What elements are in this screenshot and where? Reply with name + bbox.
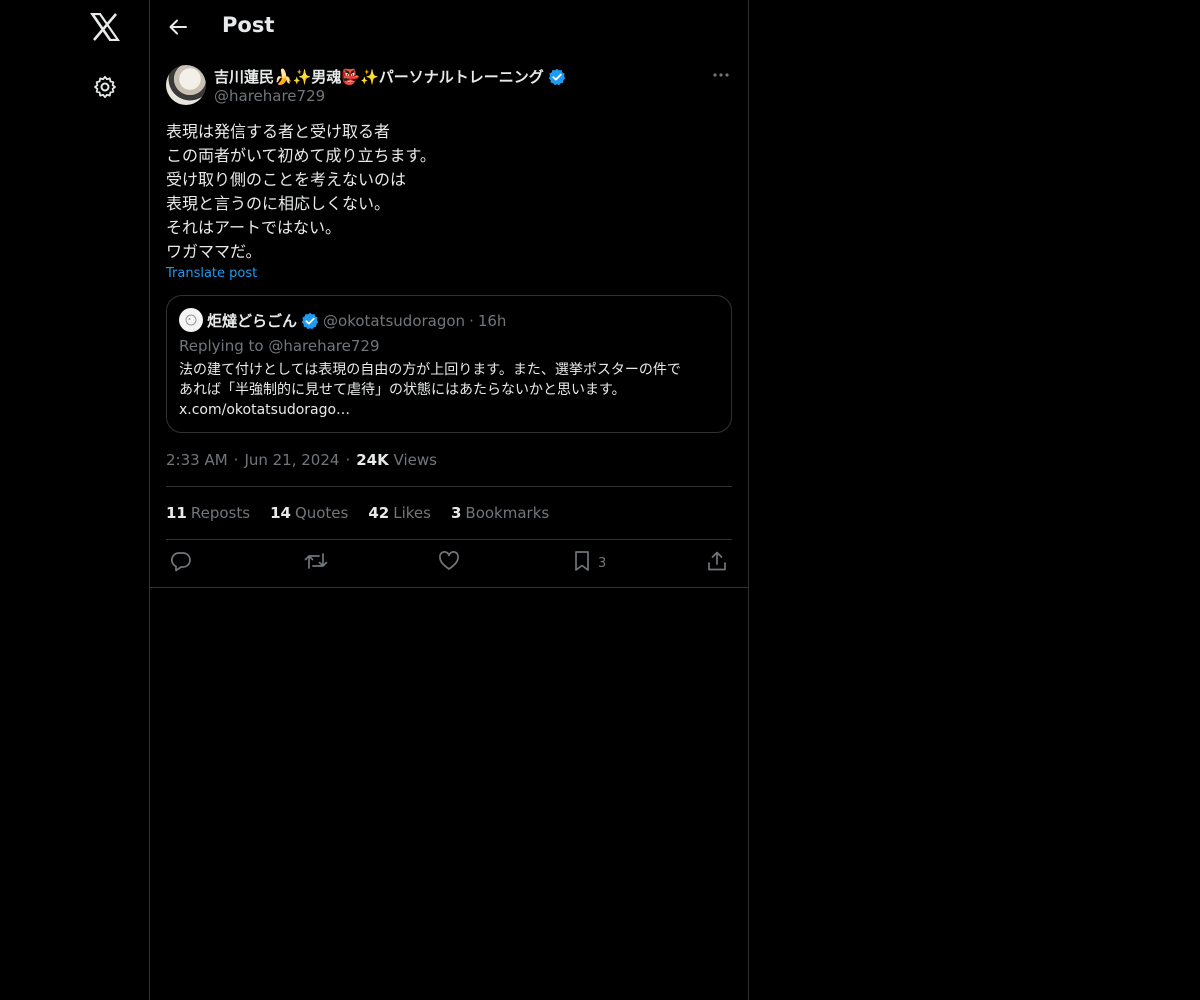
reposts-label: Reposts xyxy=(190,504,251,522)
quoted-body: 法の建て付けとしては表現の自由の方が上回ります。また、選挙ポスターの件で あれば… xyxy=(179,360,724,420)
like-button[interactable] xyxy=(438,550,460,576)
post-date[interactable]: Jun 21, 2024 xyxy=(244,451,339,469)
divider xyxy=(150,587,748,588)
heart-icon xyxy=(438,550,460,576)
back-arrow-icon[interactable] xyxy=(164,13,192,41)
divider xyxy=(166,539,732,540)
separator-dot: · xyxy=(233,451,239,469)
post-column: Post 吉川蓮民🍌✨男魂👺✨パーソナルトレーニング @harehare729 xyxy=(149,0,749,1000)
post-stats: 11 Reposts 14 Quotes 42 Likes 3 Bookmarks xyxy=(166,504,549,522)
share-button[interactable] xyxy=(706,550,728,576)
post-line: この両者がいて初めて成り立ちます。 xyxy=(166,146,436,165)
settings-gear-icon[interactable] xyxy=(91,73,119,101)
separator-dot: · xyxy=(345,451,351,469)
bookmark-button[interactable]: 3 xyxy=(572,550,606,576)
verified-badge-icon xyxy=(301,312,319,330)
views-label: Views xyxy=(393,451,437,469)
quoted-author-name: 炬燵どらごん xyxy=(207,312,298,330)
x-logo-icon[interactable] xyxy=(89,11,121,43)
author-name-row[interactable]: 吉川蓮民🍌✨男魂👺✨パーソナルトレーニング xyxy=(214,66,566,87)
left-rail xyxy=(0,0,150,1000)
separator-dot: · xyxy=(469,311,474,330)
translate-post-link[interactable]: Translate post xyxy=(166,266,257,281)
quoted-line: あれば「半強制的に見せて虐待」の状態にはあたらないかと思います。 xyxy=(179,382,626,398)
post-line: ワガママだ。 xyxy=(166,242,262,261)
bookmarks-stat[interactable]: 3 Bookmarks xyxy=(451,504,549,522)
reply-button[interactable] xyxy=(170,550,192,576)
author-name[interactable]: 吉川蓮民🍌✨男魂👺✨パーソナルトレーニング xyxy=(214,66,544,87)
post-meta: 2:33 AM · Jun 21, 2024 · 24K Views xyxy=(166,451,437,469)
quotes-count: 14 xyxy=(270,504,291,522)
post-author: 吉川蓮民🍌✨男魂👺✨パーソナルトレーニング @harehare729 xyxy=(166,65,732,105)
quoted-timestamp: 16h xyxy=(477,311,507,330)
post-time[interactable]: 2:33 AM xyxy=(166,451,228,469)
quoted-author-avatar xyxy=(179,308,203,332)
quotes-stat[interactable]: 14 Quotes xyxy=(270,504,348,522)
views-count: 24K xyxy=(356,451,389,469)
post-line: 表現と言うのに相応しくない。 xyxy=(166,194,391,213)
bookmark-count: 3 xyxy=(598,555,607,571)
quoted-author-handle: @okotatsudoragon xyxy=(323,311,466,330)
action-bar: 3 xyxy=(166,550,732,576)
views: 24K Views xyxy=(356,451,437,469)
quoted-link[interactable]: x.com/okotatsudorago… xyxy=(179,400,724,420)
divider xyxy=(166,486,732,487)
bookmarks-label: Bookmarks xyxy=(465,504,550,522)
quotes-label: Quotes xyxy=(294,504,349,522)
quoted-line: 法の建て付けとしては表現の自由の方が上回ります。また、選挙ポスターの件で xyxy=(179,362,681,378)
bookmarks-count: 3 xyxy=(450,504,462,522)
reposts-stat[interactable]: 11 Reposts xyxy=(166,504,250,522)
page-title: Post xyxy=(222,13,275,37)
reposts-count: 11 xyxy=(166,504,187,522)
post-header: Post xyxy=(150,0,748,54)
repost-button[interactable] xyxy=(304,550,328,576)
quoted-replying-to: Replying to @harehare729 xyxy=(179,337,380,355)
post-line: 表現は発信する者と受け取る者 xyxy=(166,122,391,141)
more-options-icon[interactable] xyxy=(710,65,732,85)
quoted-post[interactable]: 炬燵どらごん @okotatsudoragon · 16h Replying t… xyxy=(166,295,732,433)
likes-stat[interactable]: 42 Likes xyxy=(368,504,431,522)
post-line: それはアートではない。 xyxy=(166,218,342,237)
reply-icon xyxy=(170,550,192,576)
post-text: 表現は発信する者と受け取る者 この両者がいて初めて成り立ちます。 受け取り側のこ… xyxy=(166,120,732,264)
post-line: 受け取り側のことを考えないのは xyxy=(166,170,407,189)
author-handle[interactable]: @harehare729 xyxy=(214,87,325,105)
bookmark-icon xyxy=(572,550,592,576)
quoted-header: 炬燵どらごん @okotatsudoragon · 16h xyxy=(207,310,506,331)
likes-count: 42 xyxy=(368,504,390,522)
verified-badge-icon xyxy=(548,68,566,86)
app: Post 吉川蓮民🍌✨男魂👺✨パーソナルトレーニング @harehare729 xyxy=(0,0,1200,1000)
likes-label: Likes xyxy=(393,504,431,522)
repost-icon xyxy=(304,550,328,576)
share-icon xyxy=(706,550,728,576)
author-avatar[interactable] xyxy=(166,65,206,105)
